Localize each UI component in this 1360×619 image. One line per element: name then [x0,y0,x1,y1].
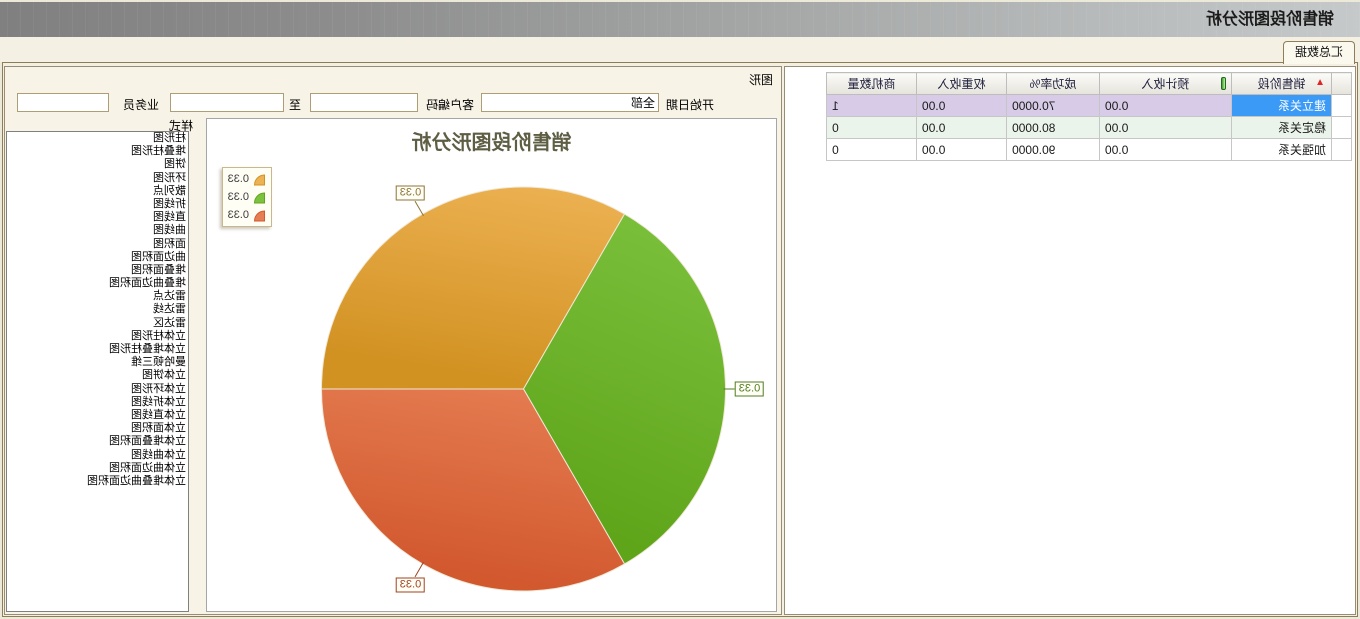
column-header[interactable]: 商机数量 [827,73,917,95]
grid-cell[interactable]: 0.00 [1100,95,1232,117]
legend-entry: 0.33 [228,171,266,187]
style-list-item[interactable]: 曲边面积图 [7,251,188,264]
sales-stage-table: ▲销售阶段预计收入成功率%权重收入商机数量 建立关系0.0070.00000.0… [826,72,1352,161]
style-list-item[interactable]: 柱形图 [7,132,188,145]
style-list-item[interactable]: 雷达线 [7,303,188,316]
column-header[interactable]: ▲销售阶段 [1232,73,1332,95]
chart-canvas: 销售阶段图形分析 0.33 0.33 0.33 0.33 0.33 0.33 [206,118,777,612]
start-date-combo[interactable] [481,93,659,112]
style-list-item[interactable]: 饼图 [7,158,188,171]
column-header[interactable]: 权重收入 [917,73,1007,95]
table-header: ▲销售阶段预计收入成功率%权重收入商机数量 [827,73,1352,95]
pie-label-connector [415,562,424,577]
grid-cell[interactable]: 0 [827,139,917,161]
grid-cell[interactable]: 0.00 [917,95,1007,117]
style-list-item[interactable]: 立体环形图 [7,383,188,396]
chart-style-listbox: 柱形图堆叠柱形图饼图环形图散列点折线图直线图曲线图面积图曲边面积图堆叠面积图堆叠… [6,131,189,612]
grid-cell[interactable]: 加强关系 [1232,139,1332,161]
style-list-item[interactable]: 雷达区 [7,317,188,330]
tab-summary-data[interactable]: 汇总数据 [1283,41,1355,64]
style-list-item[interactable]: 立体堆叠曲边面积图 [7,475,188,488]
style-list-item[interactable]: 立体饼图 [7,369,188,382]
salesman-label: 业务员 [123,96,159,113]
customer-code-from-input[interactable] [310,93,418,112]
column-header[interactable]: 成功率% [1007,73,1100,95]
legend-swatch-icon [253,209,266,222]
style-list-item[interactable]: 立体折线图 [7,396,188,409]
column-header[interactable]: 预计收入 [1100,73,1232,95]
style-list-item[interactable]: 雷达点 [7,290,188,303]
style-list-item[interactable]: 曲线图 [7,224,188,237]
table-row: 稳定关系0.0080.00000.000 [827,117,1352,139]
start-date-label: 开始日期 [666,96,714,113]
chart-group-box: 图形 开始日期 客户编码 至 业务员 销售阶段图形分析 0.330.330.33… [4,66,782,615]
style-list-item[interactable]: 环形图 [7,172,188,185]
tab-strip [0,37,1360,62]
grid-cell[interactable]: 0.00 [917,117,1007,139]
table-row: 建立关系0.0070.00000.001 [827,95,1352,117]
legend-entry: 0.33 [228,207,266,223]
style-list-item[interactable]: 立体曲边面积图 [7,462,188,475]
style-list-item[interactable]: 堆叠柱形图 [7,145,188,158]
style-list-item[interactable]: 面积图 [7,238,188,251]
range-to-label: 至 [289,96,301,113]
style-list-item[interactable]: 散列点 [7,185,188,198]
grid-cell[interactable]: 稳定关系 [1232,117,1332,139]
style-list-item[interactable]: 立体直线图 [7,409,188,422]
pie-slice-value-label: 0.33 [735,382,764,397]
window-title: 销售阶段图形分析 [1206,2,1334,37]
pie-slice-value-label: 0.33 [396,186,425,201]
pie-chart [205,119,776,613]
sort-ascending-icon: ▲ [1315,78,1325,88]
grid-cell[interactable]: 0 [827,117,917,139]
legend-value: 0.33 [228,209,249,221]
style-list-item[interactable]: 堆叠曲边面积图 [7,277,188,290]
title-bar: 销售阶段图形分析 [0,2,1360,37]
pie-label-connector [415,201,424,216]
legend-entry: 0.33 [228,189,266,205]
green-bar-icon [1221,77,1226,90]
legend-value: 0.33 [228,191,249,203]
table-row: 加强关系0.0090.00000.000 [827,139,1352,161]
legend-swatch-icon [253,191,266,204]
style-list-item[interactable]: 堆叠面积图 [7,264,188,277]
pie-slice-value-label: 0.33 [396,577,425,592]
style-list-item[interactable]: 曼哈顿三维 [7,356,188,369]
salesman-input[interactable] [17,93,109,112]
row-indicator-header [1332,73,1352,95]
style-list-item[interactable]: 立体堆叠面积图 [7,435,188,448]
grid-cell[interactable]: 1 [827,95,917,117]
grid-cell[interactable]: 80.0000 [1007,117,1100,139]
style-list-item[interactable]: 立体堆叠柱形图 [7,343,188,356]
style-list-item[interactable]: 直线图 [7,211,188,224]
style-list-item[interactable]: 立体面积图 [7,422,188,435]
grid-cell[interactable]: 0.00 [917,139,1007,161]
app-window: 销售阶段图形分析 汇总数据 ▲销售阶段预计收入成功率%权重收入商机数量 建立关系… [0,0,1360,619]
chart-legend: 0.33 0.33 0.33 [222,167,272,227]
row-indicator-cell[interactable] [1332,95,1352,117]
legend-value: 0.33 [228,173,249,185]
grid-cell[interactable]: 90.0000 [1007,139,1100,161]
customer-code-label: 客户编码 [426,96,474,113]
summary-grid-panel: ▲销售阶段预计收入成功率%权重收入商机数量 建立关系0.0070.00000.0… [784,66,1356,615]
style-list-item[interactable]: 折线图 [7,198,188,211]
grid-cell[interactable]: 0.00 [1100,139,1232,161]
customer-code-to-input[interactable] [170,93,284,112]
row-indicator-cell[interactable] [1332,139,1352,161]
row-indicator-cell[interactable] [1332,117,1352,139]
grid-cell[interactable]: 建立关系 [1232,95,1332,117]
style-list-item[interactable]: 立体柱形图 [7,330,188,343]
grid-cell[interactable]: 70.0000 [1007,95,1100,117]
chart-title: 销售阶段图形分析 [207,126,776,155]
legend-swatch-icon [253,173,266,186]
grid-cell[interactable]: 0.00 [1100,117,1232,139]
style-list-item[interactable]: 立体曲线图 [7,449,188,462]
chart-group-label: 图形 [749,71,773,88]
